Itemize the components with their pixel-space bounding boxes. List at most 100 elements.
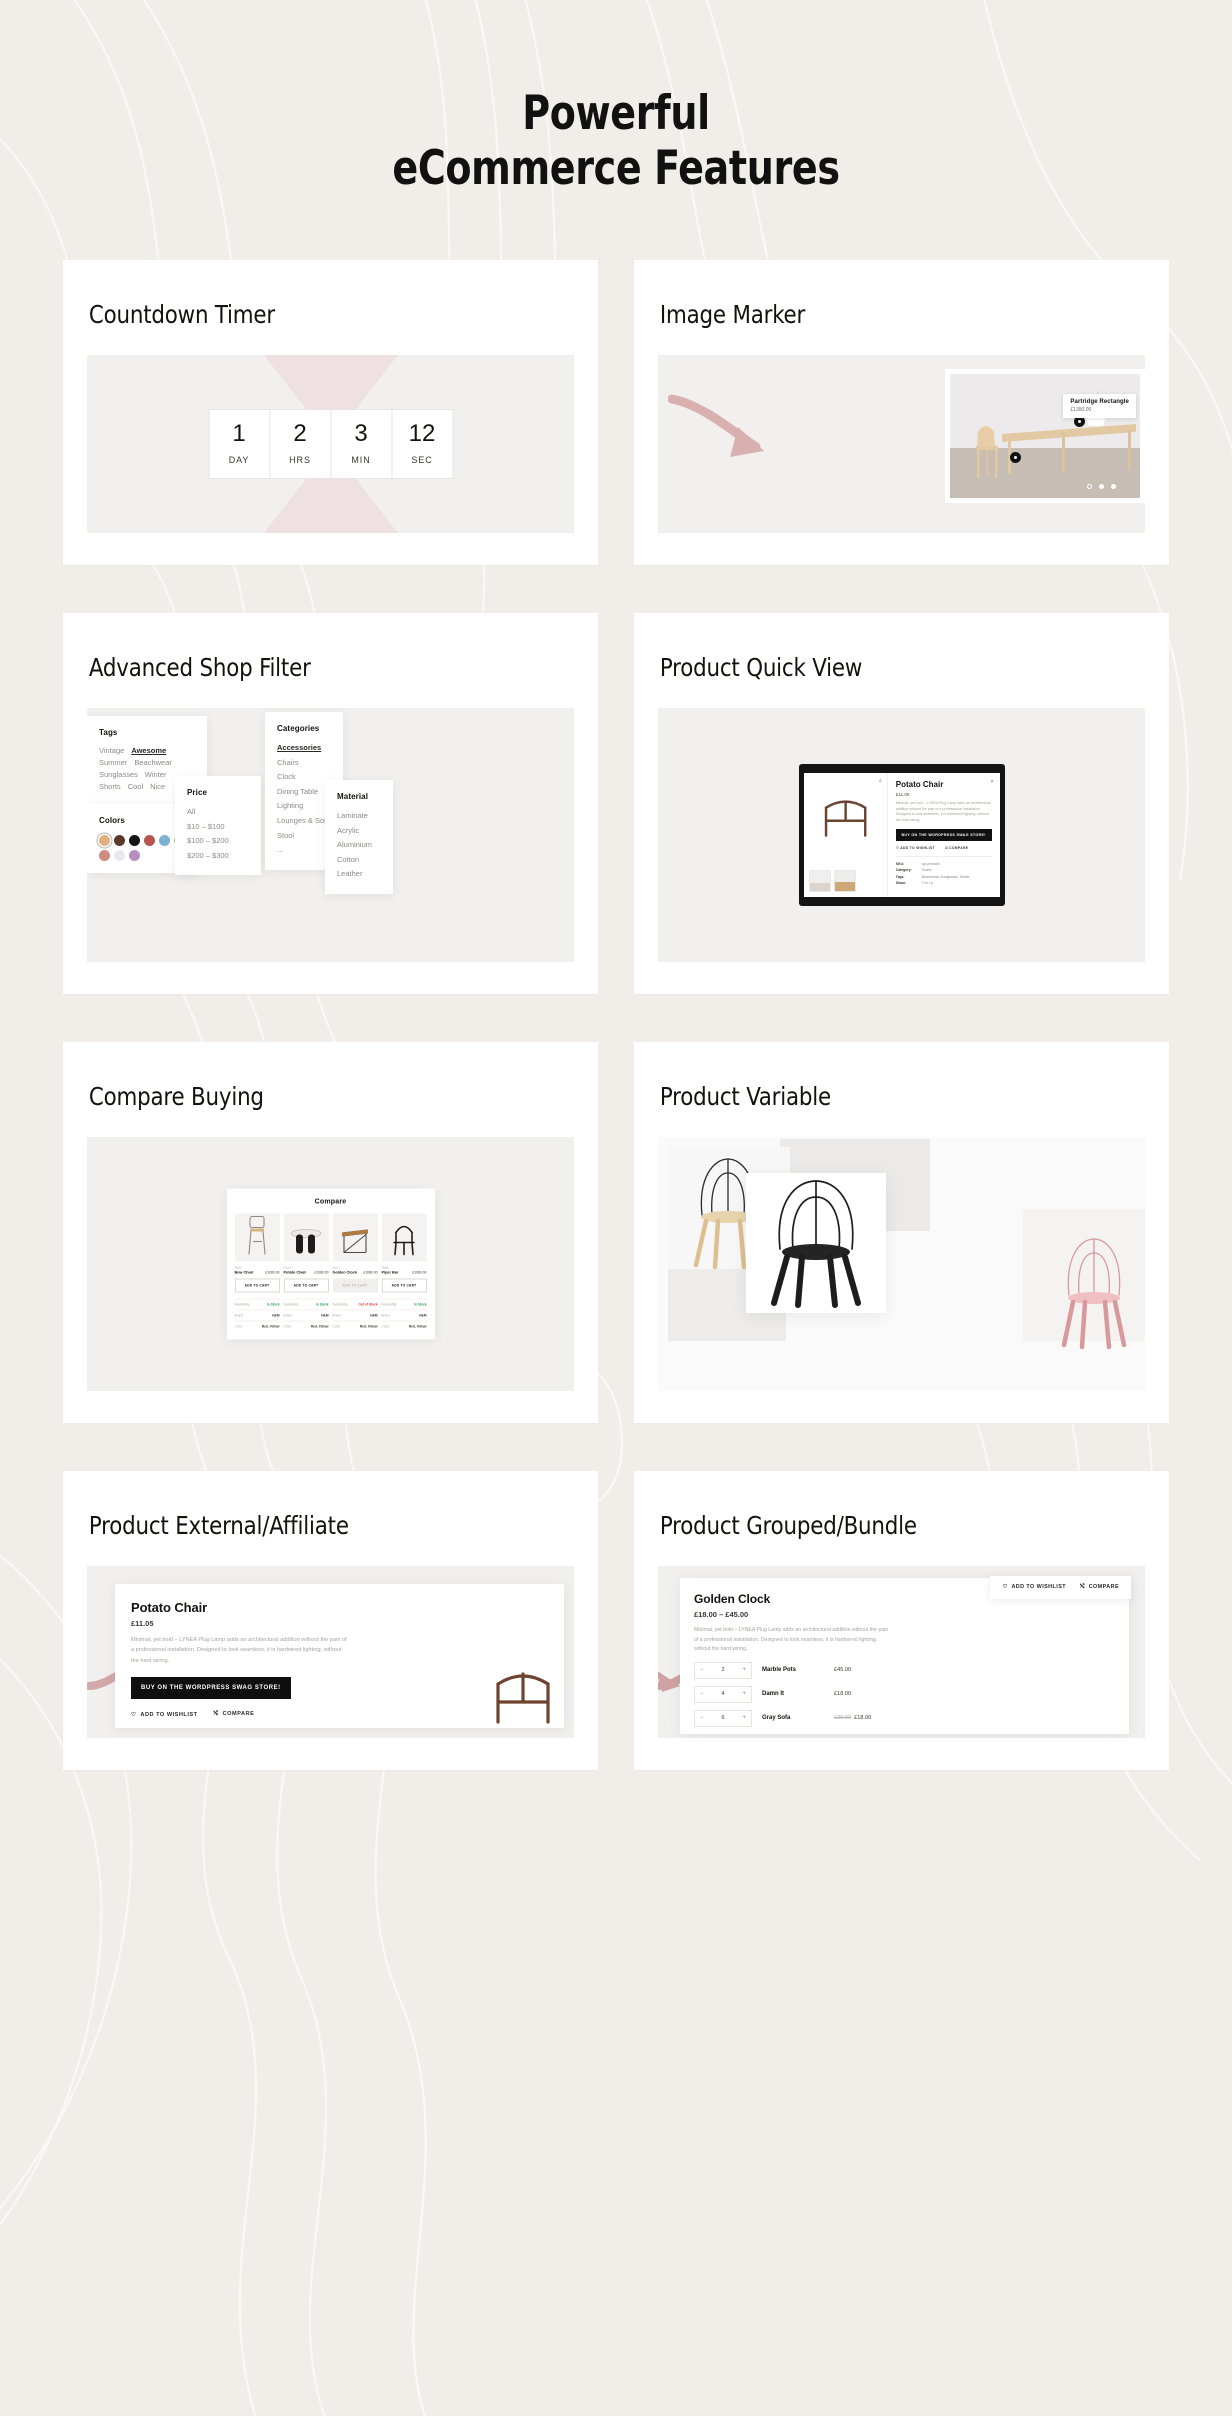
compare-row-value-color-3: Red, Yellow: [359, 1324, 378, 1329]
product-external-wishlist-button[interactable]: ♡ ADD TO WISHLIST: [131, 1712, 198, 1718]
search-icon[interactable]: ⌕: [879, 778, 882, 784]
compare-add-to-cart-2[interactable]: ADD TO CART: [283, 1278, 329, 1293]
increment-icon-1[interactable]: +: [742, 1667, 746, 1673]
compare-category-1: Table: [234, 1265, 242, 1270]
tag-winter[interactable]: Winter: [145, 770, 167, 779]
carousel-dot-2[interactable]: [1099, 483, 1104, 489]
category-stool[interactable]: Stool: [277, 829, 331, 844]
quantity-stepper-2[interactable]: − 4 +: [694, 1685, 752, 1703]
page-title-line-2: eCommerce Features: [392, 140, 840, 196]
quick-view-compare-button[interactable]: ⤭ COMPARE: [945, 846, 968, 850]
color-swatch-4[interactable]: [144, 834, 155, 846]
quick-view-wishlist-button[interactable]: ♡ ADD TO WISHLIST: [896, 846, 935, 850]
color-swatch-9[interactable]: [129, 849, 140, 861]
meta-label-share: Share:: [895, 880, 907, 885]
color-swatch-list[interactable]: [99, 834, 185, 861]
bundle-item-old-price-3: £20.00: [834, 1715, 852, 1722]
compare-name-price-2: Potato Chair £1080.00: [284, 1270, 329, 1274]
page-title: Powerful eCommerce Features: [62, 86, 1171, 196]
quantity-stepper-3[interactable]: − 6 +: [694, 1709, 752, 1727]
carousel-dot-3[interactable]: [1111, 483, 1116, 489]
compare-add-to-cart-3: ADD TO CART: [332, 1278, 378, 1293]
price-option-100-200[interactable]: $100 – $200: [187, 834, 249, 849]
category-lighting[interactable]: Lighting: [277, 799, 331, 814]
filter-heading-price: Price: [187, 787, 208, 797]
compare-name-price-1: Bow Chair £1080.00: [235, 1270, 280, 1274]
increment-icon-3[interactable]: +: [742, 1715, 746, 1721]
variant-chair-pink[interactable]: [1051, 1233, 1137, 1353]
thumbnail-2[interactable]: [833, 869, 856, 892]
category-chairs[interactable]: Chairs: [277, 756, 331, 771]
compare-add-to-cart-1[interactable]: ADD TO CART: [234, 1278, 280, 1293]
color-swatch-8[interactable]: [114, 849, 125, 861]
quantity-stepper-1[interactable]: − 2 +: [694, 1661, 752, 1679]
decrement-icon-3[interactable]: −: [700, 1715, 704, 1721]
quick-view-modal: ⌕ × Potato Chair £11.05 Minimal, yet bol…: [803, 772, 1000, 897]
category-more[interactable]: ...: [277, 843, 331, 858]
price-option-all[interactable]: All: [187, 805, 249, 820]
compare-add-to-cart-4[interactable]: ADD TO CART: [381, 1278, 427, 1293]
increment-icon-2[interactable]: +: [742, 1691, 746, 1697]
color-swatch-7[interactable]: [99, 849, 110, 861]
category-dining-table[interactable]: Dining Table: [277, 785, 331, 800]
color-swatch-5[interactable]: [159, 834, 170, 846]
color-swatch-3[interactable]: [129, 834, 140, 846]
tag-vintage[interactable]: Vintage: [99, 746, 124, 755]
tag-summer[interactable]: Summer: [99, 758, 127, 767]
category-option-list[interactable]: Accessories Chairs Clock Dining Table Li…: [277, 741, 331, 858]
category-accessories[interactable]: Accessories: [277, 741, 331, 756]
compare-attr-rows-4: Availability In Stock Brand H&M Color Red, …: [381, 1298, 427, 1331]
image-marker-dot-2[interactable]: [1010, 451, 1021, 463]
tag-awesome[interactable]: Awesome: [131, 746, 166, 755]
tag-sunglasses[interactable]: Sunglasses: [99, 770, 138, 779]
material-acrylic[interactable]: Acrylic: [337, 824, 381, 839]
color-swatch-1[interactable]: [99, 834, 110, 846]
social-share-icons[interactable]: f t in t p: [922, 880, 933, 886]
meta-row-share: Share: f t in t p: [896, 880, 992, 886]
tag-shorts[interactable]: Shorts: [99, 782, 121, 791]
category-clock[interactable]: Clock: [277, 770, 331, 785]
product-grouped-compare-label: COMPARE: [1088, 1583, 1119, 1590]
material-cotton[interactable]: Cotton: [337, 853, 381, 868]
price-option-list[interactable]: All $10 – $100 $100 – $200 $200 – $300: [187, 805, 249, 864]
tag-nice[interactable]: Nice: [150, 782, 165, 791]
product-grouped-compare-button[interactable]: ⤭ COMPARE: [1080, 1584, 1119, 1591]
product-external-price: £11.05: [131, 1618, 154, 1628]
bundle-item-name-3: Gray Sofa: [762, 1715, 791, 1722]
compare-row-value-availability-4: In Stock: [414, 1302, 427, 1307]
compare-product-column-4: Table Piper Bar £1080.00 ADD TO CART Ava…: [381, 1213, 427, 1331]
tag-beachwear[interactable]: Beachwear: [134, 758, 172, 767]
material-aluminium[interactable]: Aluminium: [337, 838, 381, 853]
quick-view-thumbnails[interactable]: [808, 869, 856, 892]
carousel-dot-1[interactable]: [1087, 483, 1092, 489]
variant-chair-black[interactable]: [746, 1173, 886, 1313]
decrement-icon-2[interactable]: −: [700, 1691, 704, 1697]
compare-row-availability-4: Availability In Stock: [381, 1298, 427, 1309]
material-option-list[interactable]: Laminate Acrylic Aluminium Cotton Leathe…: [337, 809, 381, 882]
compare-row-value-brand-2: H&M: [321, 1313, 329, 1318]
color-swatch-2[interactable]: [114, 834, 125, 846]
decrement-icon-1[interactable]: −: [700, 1667, 704, 1673]
tag-cool[interactable]: Cool: [128, 782, 143, 791]
quick-view-price: £11.05: [895, 791, 910, 797]
compare-product-image-4: [381, 1213, 427, 1262]
compare-product-name-1: Bow Chair: [234, 1270, 254, 1275]
product-external-buy-button[interactable]: BUY ON THE WORDPRESS SWAG STORE!: [131, 1677, 291, 1699]
price-option-10-100[interactable]: $10 – $100: [187, 820, 249, 835]
thumbnail-1[interactable]: [808, 869, 831, 892]
material-laminate[interactable]: Laminate: [337, 809, 381, 824]
quantity-value-1: 2: [721, 1667, 725, 1674]
countdown-value-hrs: 2: [293, 420, 307, 448]
category-lounges-sofa[interactable]: Lounges & Sofa: [277, 814, 331, 829]
desk-icon: [342, 1229, 368, 1254]
close-icon[interactable]: ×: [991, 779, 994, 785]
material-leather[interactable]: Leather: [337, 867, 381, 882]
image-marker-carousel-dots[interactable]: [1087, 483, 1116, 489]
compare-product-image-3: [332, 1213, 378, 1262]
countdown-unit-sec: 12 SEC: [391, 408, 453, 479]
countdown-value-day: 1: [232, 420, 246, 448]
price-option-200-300[interactable]: $200 – $300: [187, 849, 249, 864]
quick-view-buy-button[interactable]: BUY ON THE WORDPRESS SWAG STORE!: [895, 828, 992, 841]
product-external-compare-button[interactable]: ⤭ COMPARE: [214, 1711, 255, 1718]
product-grouped-wishlist-button[interactable]: ♡ ADD TO WISHLIST: [1002, 1584, 1066, 1590]
